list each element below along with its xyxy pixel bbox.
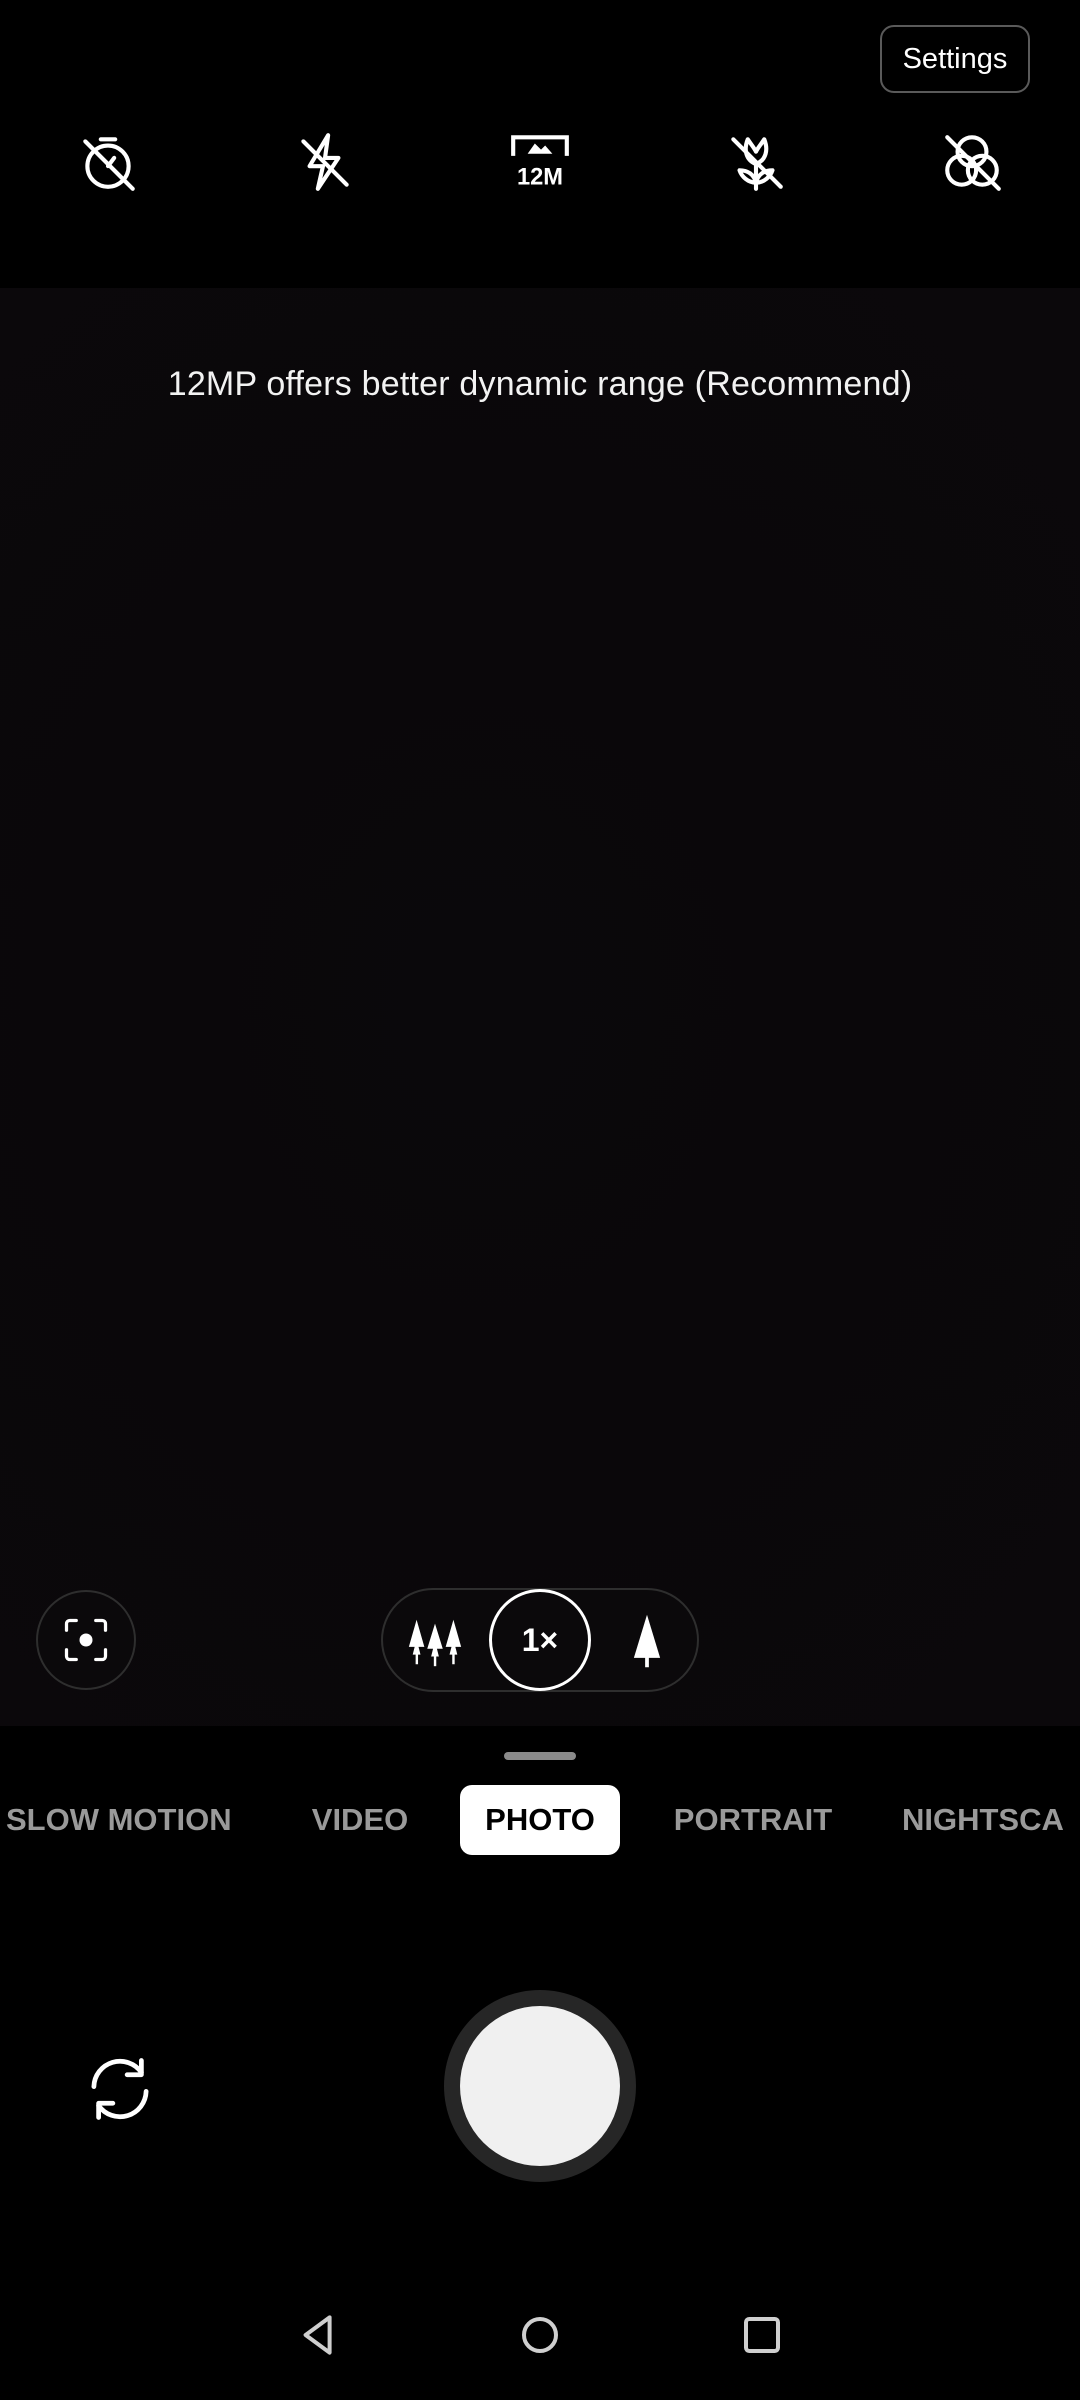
google-lens-button[interactable] — [36, 1590, 136, 1690]
mode-nightscape[interactable]: NIGHTSCA — [902, 1785, 1080, 1855]
recents-icon[interactable] — [732, 2305, 792, 2365]
zoom-1x-button[interactable]: 1× — [489, 1589, 591, 1691]
shutter-button[interactable] — [444, 1990, 636, 2182]
resolution-hint: 12MP offers better dynamic range (Recomm… — [167, 365, 913, 403]
back-icon[interactable] — [290, 2305, 350, 2365]
settings-button[interactable]: Settings — [880, 25, 1030, 93]
flash-off-icon[interactable] — [282, 120, 366, 204]
mode-portrait[interactable]: PORTRAIT — [662, 1785, 844, 1855]
resolution-label: 12M — [517, 165, 563, 191]
resolution-12m-icon[interactable]: 12M — [498, 120, 582, 204]
google-lens-icon — [64, 1618, 108, 1662]
shutter-inner — [460, 2006, 620, 2166]
switch-camera-icon[interactable] — [78, 2047, 162, 2131]
camera-viewfinder[interactable] — [0, 288, 1080, 1726]
timer-off-icon[interactable] — [66, 120, 150, 204]
macro-off-icon[interactable] — [714, 120, 798, 204]
mode-slow-motion[interactable]: SLOW MOTION — [0, 1785, 251, 1855]
mode-drawer-handle[interactable] — [504, 1752, 576, 1760]
filter-off-icon[interactable] — [930, 120, 1014, 204]
mode-photo[interactable]: PHOTO — [460, 1785, 620, 1855]
ultra-wide-trees-icon[interactable] — [400, 1606, 470, 1676]
home-icon[interactable] — [510, 2305, 570, 2365]
mode-video[interactable]: VIDEO — [300, 1785, 420, 1855]
telephoto-tree-icon[interactable] — [612, 1606, 682, 1676]
